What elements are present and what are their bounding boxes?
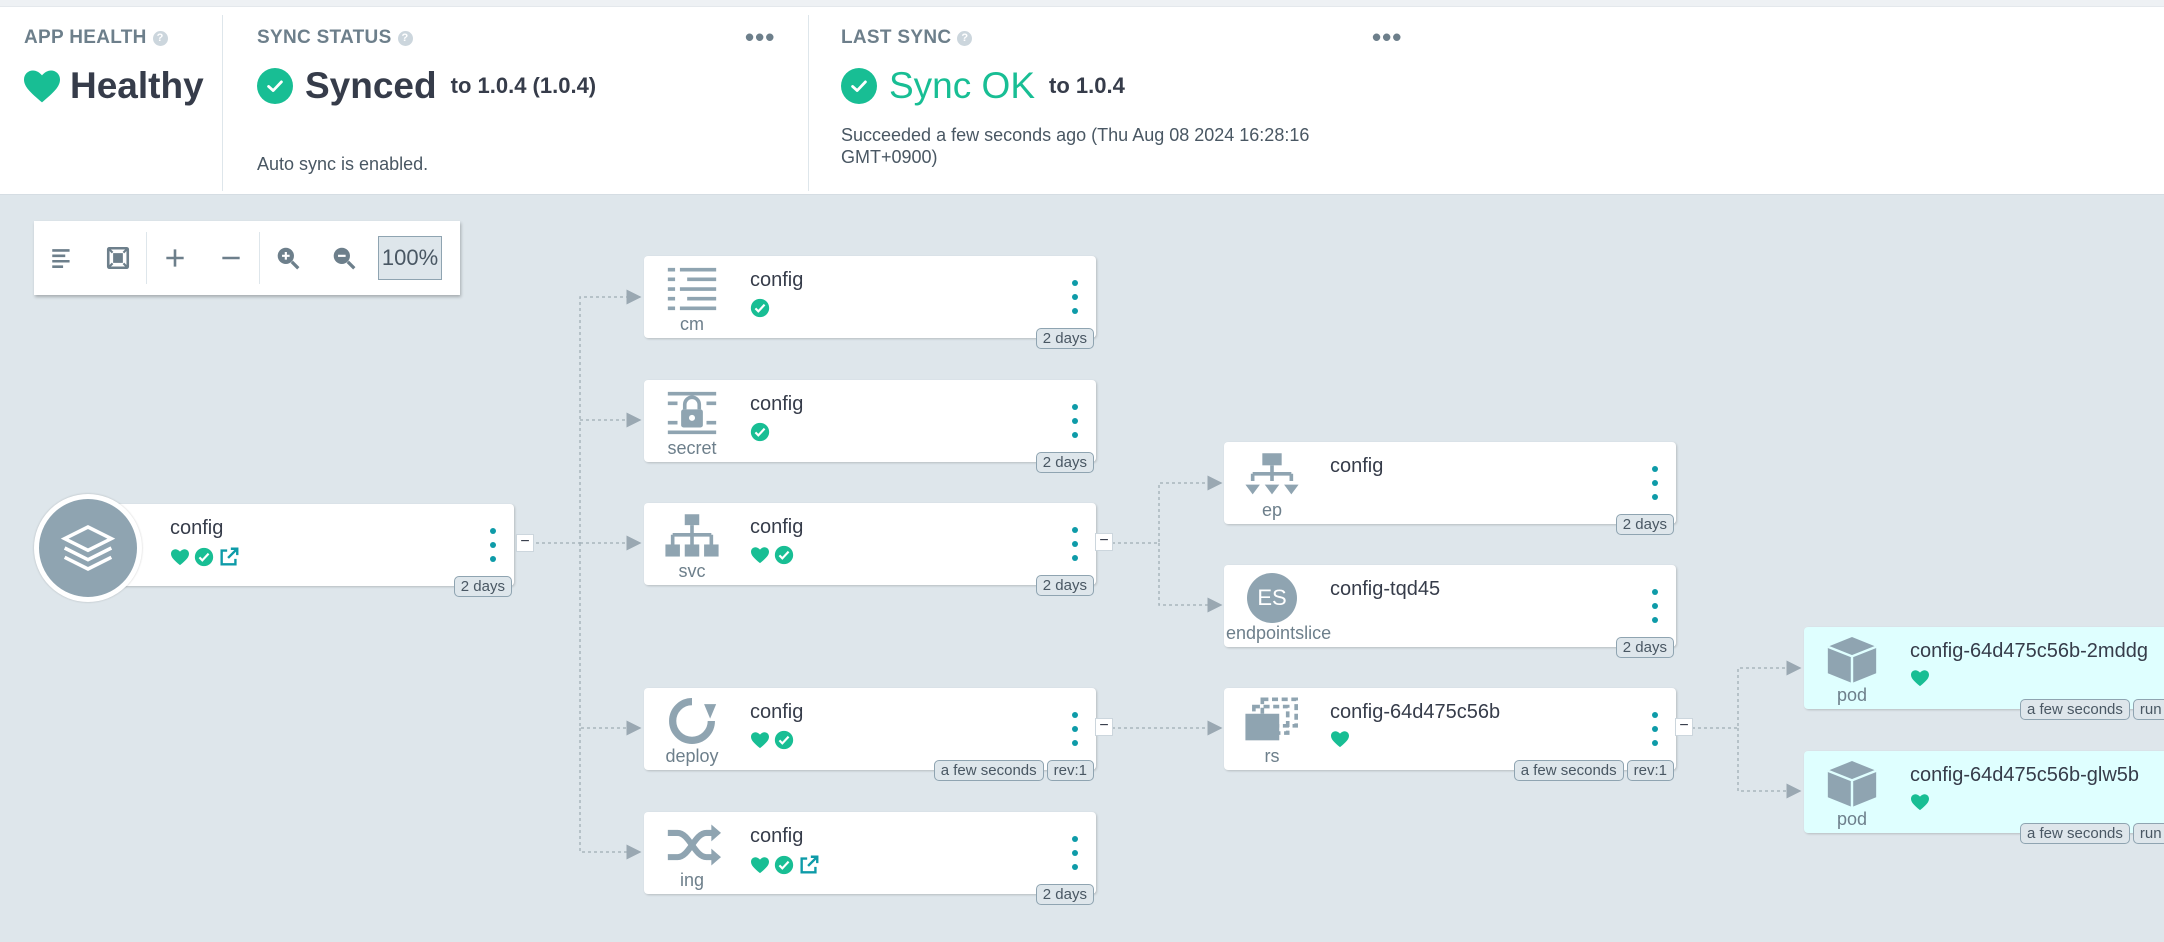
collapse-toggle[interactable]: − [516, 534, 534, 552]
age-tag: a few seconds [933, 760, 1044, 781]
node-status [750, 422, 770, 442]
endpoints-icon [1236, 450, 1308, 500]
age-tag: 2 days [1035, 328, 1094, 349]
age-tag: 2 days [1035, 884, 1094, 905]
age-tag: 2 days [1615, 637, 1674, 658]
node-status [170, 546, 240, 568]
node-menu-button[interactable] [1648, 466, 1662, 500]
configmap-icon [656, 264, 728, 314]
revision-tag: rev:1 [1626, 760, 1674, 781]
node-cm[interactable]: cm config 2 days [644, 256, 1096, 349]
heart-icon [1911, 670, 1929, 687]
node-ep[interactable]: ep config 2 days [1224, 442, 1676, 535]
age-tag: 2 days [453, 576, 512, 597]
check-circle-icon [774, 855, 794, 875]
endpointslice-icon: ES [1236, 573, 1308, 623]
node-name: config [750, 393, 804, 415]
node-name: config [750, 825, 804, 847]
node-name: config-tqd45 [1330, 578, 1441, 600]
external-link-icon[interactable] [218, 546, 240, 568]
node-svc[interactable]: svc config 2 days − [644, 503, 1113, 596]
layers-icon [60, 525, 116, 571]
age-tag: a few seconds [1513, 760, 1624, 781]
collapse-toggle[interactable]: − [1095, 533, 1113, 551]
revision-tag: rev:1 [1046, 760, 1094, 781]
app-root-node[interactable]: config 2 days − [34, 494, 534, 602]
heart-icon [1911, 794, 1929, 811]
heart-icon [751, 732, 769, 749]
replicaset-icon [1236, 696, 1308, 746]
node-pod-glw5b[interactable]: pod config-64d475c56b-glw5b a few second… [1804, 751, 2164, 844]
collapse-toggle[interactable]: − [1675, 718, 1693, 736]
service-icon [656, 511, 728, 561]
node-name: config-64d475c56b-glw5b [1910, 764, 2140, 786]
node-menu-button[interactable] [1068, 404, 1082, 438]
heart-icon [751, 547, 769, 564]
status-tag: run [2132, 823, 2164, 844]
pod-icon [1816, 635, 1888, 685]
external-link-icon[interactable] [798, 854, 820, 876]
age-tag: 2 days [1615, 514, 1674, 535]
node-endpointslice[interactable]: ES endpointslice config-tqd45 2 days [1224, 565, 1676, 658]
check-circle-icon [194, 547, 214, 567]
app-icon [34, 494, 142, 602]
node-deploy[interactable]: deploy config a few seconds rev:1 − [644, 688, 1113, 781]
ingress-icon [656, 820, 728, 870]
secret-icon [656, 388, 728, 438]
node-menu-button[interactable] [1068, 527, 1082, 561]
node-name: config [750, 701, 804, 723]
pod-icon [1816, 759, 1888, 809]
node-menu-button[interactable] [1068, 712, 1082, 746]
node-status [1910, 793, 1930, 811]
check-circle-icon [774, 545, 794, 565]
age-tag: 2 days [1035, 452, 1094, 473]
node-status [750, 545, 794, 565]
deployment-icon [656, 696, 728, 746]
node-status [1330, 730, 1350, 748]
node-menu-button[interactable] [1068, 280, 1082, 314]
node-rs[interactable]: rs config-64d475c56b a few seconds rev:1 … [1224, 688, 1693, 781]
node-name: config [750, 516, 804, 538]
status-tag: run [2132, 699, 2164, 720]
node-secret[interactable]: secret config 2 days [644, 380, 1096, 473]
node-menu-button[interactable] [1068, 836, 1082, 870]
node-menu-button[interactable] [1648, 712, 1662, 746]
node-name: config-64d475c56b [1330, 701, 1501, 723]
collapse-toggle[interactable]: − [1095, 718, 1113, 736]
heart-icon [1331, 731, 1349, 748]
heart-icon [751, 857, 769, 874]
check-circle-icon [750, 422, 770, 442]
app-node-card[interactable]: config 2 days [84, 504, 514, 597]
node-pod-2mddg[interactable]: pod config-64d475c56b-2mddg a few second… [1804, 627, 2164, 720]
node-name: config [170, 517, 224, 539]
node-status [1910, 669, 1930, 687]
node-name: config [750, 269, 804, 291]
node-status [750, 854, 820, 876]
age-tag: a few seconds [2020, 699, 2130, 720]
check-circle-icon [774, 730, 794, 750]
node-status [750, 730, 794, 750]
heart-icon [171, 549, 189, 566]
node-menu-button[interactable] [486, 528, 500, 562]
node-ing[interactable]: ing config 2 days [644, 812, 1096, 905]
node-menu-button[interactable] [1648, 589, 1662, 623]
node-name: config [1330, 455, 1384, 477]
node-name: config-64d475c56b-2mddg [1910, 640, 2148, 662]
node-status [750, 298, 770, 318]
age-tag: 2 days [1035, 575, 1094, 596]
check-circle-icon [750, 298, 770, 318]
age-tag: a few seconds [2020, 823, 2130, 844]
